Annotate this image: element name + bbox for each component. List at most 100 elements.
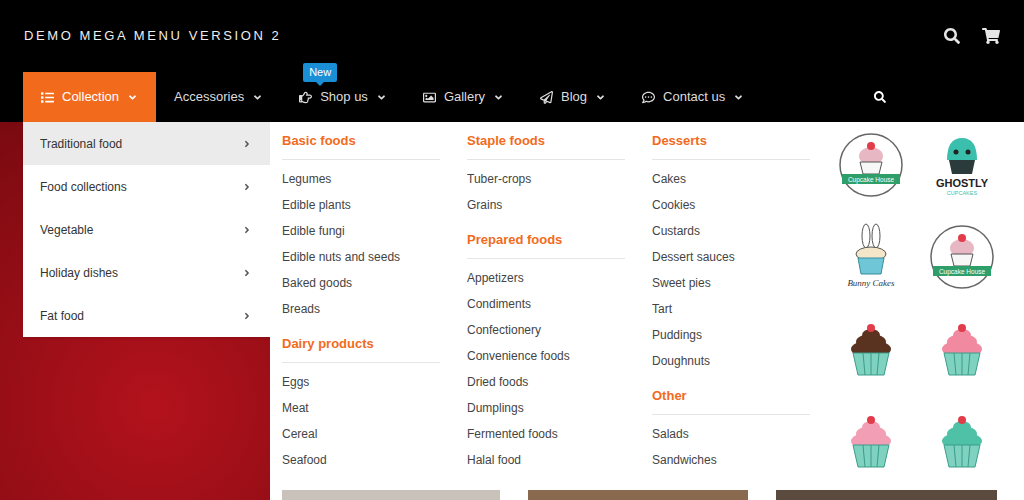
thumbnail[interactable] bbox=[528, 490, 748, 500]
svg-text:Bunny Cakes: Bunny Cakes bbox=[847, 278, 895, 288]
chevron-down-icon bbox=[493, 92, 504, 103]
section-heading[interactable]: Other bbox=[652, 387, 810, 415]
menu-link[interactable]: Breads bbox=[282, 296, 440, 322]
category-item[interactable]: Holiday dishes bbox=[23, 251, 270, 294]
site-title[interactable]: DEMO MEGA MENU VERSION 2 bbox=[24, 26, 281, 46]
svg-text:CUPCAKES: CUPCAKES bbox=[946, 190, 977, 196]
menu-link[interactable]: Meat bbox=[282, 395, 440, 421]
logo[interactable]: Bunny Cakes bbox=[825, 214, 916, 300]
chevron-down-icon bbox=[376, 92, 387, 103]
logo-grid: Cupcake House GHOSTLYCUPCAKES Bunny Cakes C… bbox=[825, 122, 1007, 490]
logo[interactable] bbox=[825, 398, 916, 484]
nav-item[interactable]: Contact us bbox=[624, 72, 762, 122]
menu-link[interactable]: Condiments bbox=[467, 291, 625, 317]
chevron-right-icon bbox=[242, 225, 252, 235]
section-heading[interactable]: Staple foods bbox=[467, 132, 625, 160]
cupcake-house-logo: Cupcake House bbox=[927, 222, 997, 292]
search-icon[interactable] bbox=[944, 28, 960, 44]
section-heading[interactable]: Dairy products bbox=[282, 335, 440, 363]
logo[interactable] bbox=[916, 306, 1007, 392]
menu-link[interactable]: Grains bbox=[467, 192, 625, 218]
mega-panel: Basic foods LegumesEdible plantsEdible fu… bbox=[270, 122, 1024, 500]
menu-link[interactable]: Seafood bbox=[282, 447, 440, 473]
logo[interactable]: Cupcake House bbox=[916, 214, 1007, 300]
menu-link[interactable]: Confectionery bbox=[467, 317, 625, 343]
menu-section: Other SaladsSandwiches bbox=[652, 387, 810, 473]
menu-link[interactable]: Eggs bbox=[282, 369, 440, 395]
menu-link[interactable]: Baked goods bbox=[282, 270, 440, 296]
section-heading[interactable]: Desserts bbox=[652, 132, 810, 160]
menu-section: Prepared foods AppetizersCondimentsConfec… bbox=[467, 231, 625, 473]
ghostly-cupcakes-logo: GHOSTLYCUPCAKES bbox=[927, 130, 997, 200]
menu-link[interactable]: Fermented foods bbox=[467, 421, 625, 447]
nav-item[interactable]: Blog bbox=[522, 72, 624, 122]
nav-icon bbox=[299, 91, 312, 104]
nav-item[interactable]: NewShop us bbox=[281, 72, 405, 122]
page: DEMO MEGA MENU VERSION 2 CollectionAccess… bbox=[0, 0, 1024, 500]
chevron-down-icon bbox=[733, 92, 744, 103]
thumbnail[interactable] bbox=[282, 490, 500, 500]
category-item[interactable]: Fat food bbox=[23, 294, 270, 337]
nav-icon bbox=[540, 91, 553, 104]
section-heading[interactable]: Prepared foods bbox=[467, 231, 625, 259]
menu-section: Staple foods Tuber-cropsGrains bbox=[467, 132, 625, 218]
section-heading[interactable]: Basic foods bbox=[282, 132, 440, 160]
menu-link[interactable]: Dumplings bbox=[467, 395, 625, 421]
nav-item[interactable]: Gallery bbox=[405, 72, 522, 122]
new-badge: New bbox=[303, 63, 337, 82]
logo[interactable] bbox=[916, 398, 1007, 484]
menu-link[interactable]: Tuber-crops bbox=[467, 166, 625, 192]
menu-section: Dairy products EggsMeatCerealSeafood bbox=[282, 335, 440, 473]
menu-link[interactable]: Custards bbox=[652, 218, 810, 244]
menu-link[interactable]: Sweet pies bbox=[652, 270, 810, 296]
menu-link[interactable]: Puddings bbox=[652, 322, 810, 348]
cupcake-icon bbox=[932, 319, 992, 379]
menu-link[interactable]: Convenience foods bbox=[467, 343, 625, 369]
menu-link[interactable]: Sandwiches bbox=[652, 447, 810, 473]
thumbnail[interactable] bbox=[776, 490, 997, 500]
menu-link[interactable]: Edible plants bbox=[282, 192, 440, 218]
menu-section: Desserts CakesCookiesCustardsDessert sauc… bbox=[652, 132, 810, 374]
nav-item[interactable]: Collection bbox=[23, 72, 156, 122]
cupcake-icon bbox=[932, 411, 992, 471]
nav-icon bbox=[642, 91, 655, 104]
nav-icon bbox=[423, 91, 436, 104]
mega-menu: Traditional foodFood collectionsVegetabl… bbox=[23, 122, 1024, 500]
cupcake-icon bbox=[841, 319, 901, 379]
nav-search-icon[interactable] bbox=[874, 91, 886, 103]
menu-link[interactable]: Tart bbox=[652, 296, 810, 322]
cupcake-icon bbox=[841, 411, 901, 471]
menu-link[interactable]: Dessert sauces bbox=[652, 244, 810, 270]
nav-item[interactable]: Accessories bbox=[156, 72, 281, 122]
svg-text:Cupcake House: Cupcake House bbox=[847, 176, 894, 184]
logo[interactable]: Cupcake House bbox=[825, 122, 916, 208]
category-list: Traditional foodFood collectionsVegetabl… bbox=[23, 122, 270, 337]
menu-link[interactable]: Edible nuts and seeds bbox=[282, 244, 440, 270]
menu-section: Basic foods LegumesEdible plantsEdible fu… bbox=[282, 132, 440, 322]
menu-link[interactable]: Salads bbox=[652, 421, 810, 447]
header: DEMO MEGA MENU VERSION 2 bbox=[0, 0, 1024, 72]
category-item[interactable]: Traditional food bbox=[23, 122, 270, 165]
menu-link[interactable]: Halal food bbox=[467, 447, 625, 473]
chevron-right-icon bbox=[242, 311, 252, 321]
menu-link[interactable]: Dried foods bbox=[467, 369, 625, 395]
cart-icon[interactable] bbox=[982, 27, 1000, 45]
svg-text:Cupcake House: Cupcake House bbox=[938, 268, 985, 276]
chevron-right-icon bbox=[242, 268, 252, 278]
menu-link[interactable]: Cereal bbox=[282, 421, 440, 447]
menu-link[interactable]: Doughnuts bbox=[652, 348, 810, 374]
category-item[interactable]: Vegetable bbox=[23, 208, 270, 251]
menu-link[interactable]: Appetizers bbox=[467, 265, 625, 291]
chevron-right-icon bbox=[242, 139, 252, 149]
logo[interactable]: GHOSTLYCUPCAKES bbox=[916, 122, 1007, 208]
menu-column: Desserts CakesCookiesCustardsDessert sauc… bbox=[652, 132, 825, 490]
menu-link[interactable]: Legumes bbox=[282, 166, 440, 192]
menu-link[interactable]: Cookies bbox=[652, 192, 810, 218]
category-item[interactable]: Food collections bbox=[23, 165, 270, 208]
nav-bar: CollectionAccessoriesNewShop usGalleryBl… bbox=[0, 72, 1024, 122]
logo[interactable] bbox=[825, 306, 916, 392]
menu-link[interactable]: Cakes bbox=[652, 166, 810, 192]
cupcake-house-logo: Cupcake House bbox=[836, 130, 906, 200]
chevron-down-icon bbox=[127, 92, 138, 103]
menu-link[interactable]: Edible fungi bbox=[282, 218, 440, 244]
